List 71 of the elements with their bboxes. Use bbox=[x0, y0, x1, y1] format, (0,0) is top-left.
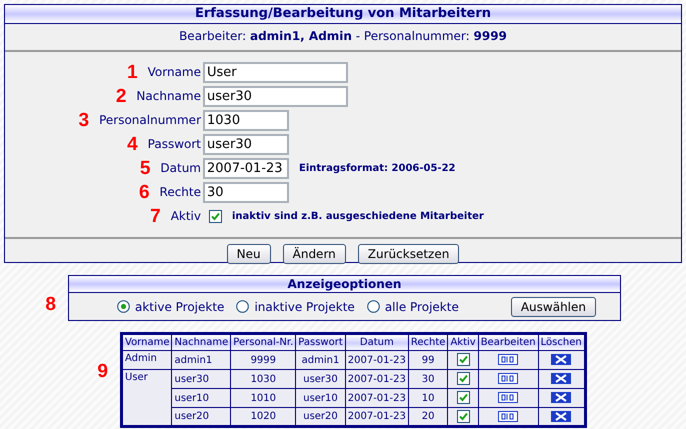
field-label: Datum bbox=[160, 160, 201, 177]
column-header: Aktiv bbox=[448, 334, 478, 350]
annotation-number: 7 bbox=[150, 206, 161, 226]
editor-info: Bearbeiter: admin1, Admin - Personalnummer: 9999 bbox=[178, 28, 508, 45]
form-button[interactable]: Zurücksetzen bbox=[358, 244, 460, 264]
column-header: Nachname bbox=[172, 334, 231, 350]
table-cell: 2007-01-23 bbox=[345, 350, 408, 370]
table-cell: 99 bbox=[408, 350, 448, 370]
annotation-number: 8 bbox=[45, 295, 56, 314]
table-cell: user30 bbox=[296, 370, 346, 388]
column-header: Passwort bbox=[296, 334, 346, 350]
column-header: Vorname bbox=[122, 334, 172, 350]
input-field[interactable]: 2007-01-23 bbox=[203, 158, 289, 178]
radio-label: alle Projekte bbox=[384, 298, 459, 316]
table-cell: 9999 bbox=[230, 350, 296, 370]
checkbox[interactable] bbox=[209, 210, 222, 222]
radio-button[interactable] bbox=[117, 300, 130, 313]
delete-icon[interactable] bbox=[551, 392, 572, 404]
column-header: Bearbeiten bbox=[478, 334, 538, 350]
delete-icon[interactable] bbox=[551, 354, 572, 366]
panel-title: Erfassung/Bearbeitung von Mitarbeitern bbox=[5, 5, 681, 24]
input-field[interactable]: 30 bbox=[203, 182, 289, 202]
table-cell: Admin bbox=[122, 350, 172, 370]
table-cell: 30 bbox=[408, 370, 448, 388]
delete-icon[interactable] bbox=[551, 410, 572, 422]
column-header: Löschen bbox=[538, 334, 586, 350]
options-title: Anzeigeoptionen bbox=[69, 276, 620, 293]
table-cell: admin1 bbox=[172, 350, 231, 370]
table-cell: 1010 bbox=[230, 388, 296, 408]
radio-button[interactable] bbox=[366, 300, 380, 313]
input-field[interactable]: User bbox=[203, 62, 348, 82]
table-cell: 10 bbox=[408, 388, 448, 408]
edit-icon[interactable] bbox=[498, 354, 518, 366]
field-label: Rechte bbox=[160, 184, 201, 201]
table-cell: user10 bbox=[172, 388, 231, 408]
table-cell: user30 bbox=[172, 370, 231, 388]
format-hint: inaktiv sind z.B. ausgeschiedene Mitarbeiter bbox=[232, 210, 484, 224]
column-header: Personal-Nr. bbox=[230, 334, 296, 350]
radio-label: aktive Projekte bbox=[135, 298, 224, 316]
edit-icon[interactable] bbox=[498, 392, 518, 404]
edit-icon[interactable] bbox=[498, 373, 518, 384]
column-header: Rechte bbox=[408, 334, 448, 350]
table-cell: user10 bbox=[296, 388, 346, 408]
annotation-number: 9 bbox=[97, 362, 108, 384]
form-button[interactable]: Neu bbox=[226, 244, 271, 264]
input-field[interactable]: user30 bbox=[203, 134, 289, 154]
annotation-number: 6 bbox=[138, 182, 150, 202]
input-field[interactable]: user30 bbox=[203, 86, 348, 106]
radio-label: inaktive Projekte bbox=[254, 298, 355, 316]
annotation-number: 2 bbox=[116, 86, 126, 106]
edit-icon[interactable] bbox=[498, 410, 518, 422]
select-button[interactable]: Auswählen bbox=[510, 296, 596, 316]
table-cell: 2007-01-23 bbox=[345, 388, 408, 408]
format-hint: Eintragsformat: 2006-05-22 bbox=[299, 162, 456, 176]
annotation-number: 5 bbox=[140, 158, 150, 178]
table-cell: admin1 bbox=[296, 350, 346, 370]
field-label: Personalnummer bbox=[99, 112, 201, 129]
field-label: Aktiv bbox=[170, 208, 201, 225]
field-label: Nachname bbox=[136, 88, 201, 105]
field-label: Passwort bbox=[148, 136, 201, 153]
column-header: Datum bbox=[345, 334, 408, 350]
annotation-number: 4 bbox=[127, 134, 138, 154]
annotation-number: 3 bbox=[78, 110, 90, 130]
form-button[interactable]: Ändern bbox=[282, 244, 346, 264]
input-field[interactable]: 1030 bbox=[203, 110, 289, 130]
table-cell: 2007-01-23 bbox=[345, 370, 408, 388]
field-label: Vorname bbox=[148, 64, 201, 81]
annotation-number: 1 bbox=[127, 62, 138, 82]
radio-button[interactable] bbox=[236, 300, 250, 313]
delete-icon[interactable] bbox=[551, 373, 572, 384]
table-cell: 1030 bbox=[230, 370, 296, 388]
